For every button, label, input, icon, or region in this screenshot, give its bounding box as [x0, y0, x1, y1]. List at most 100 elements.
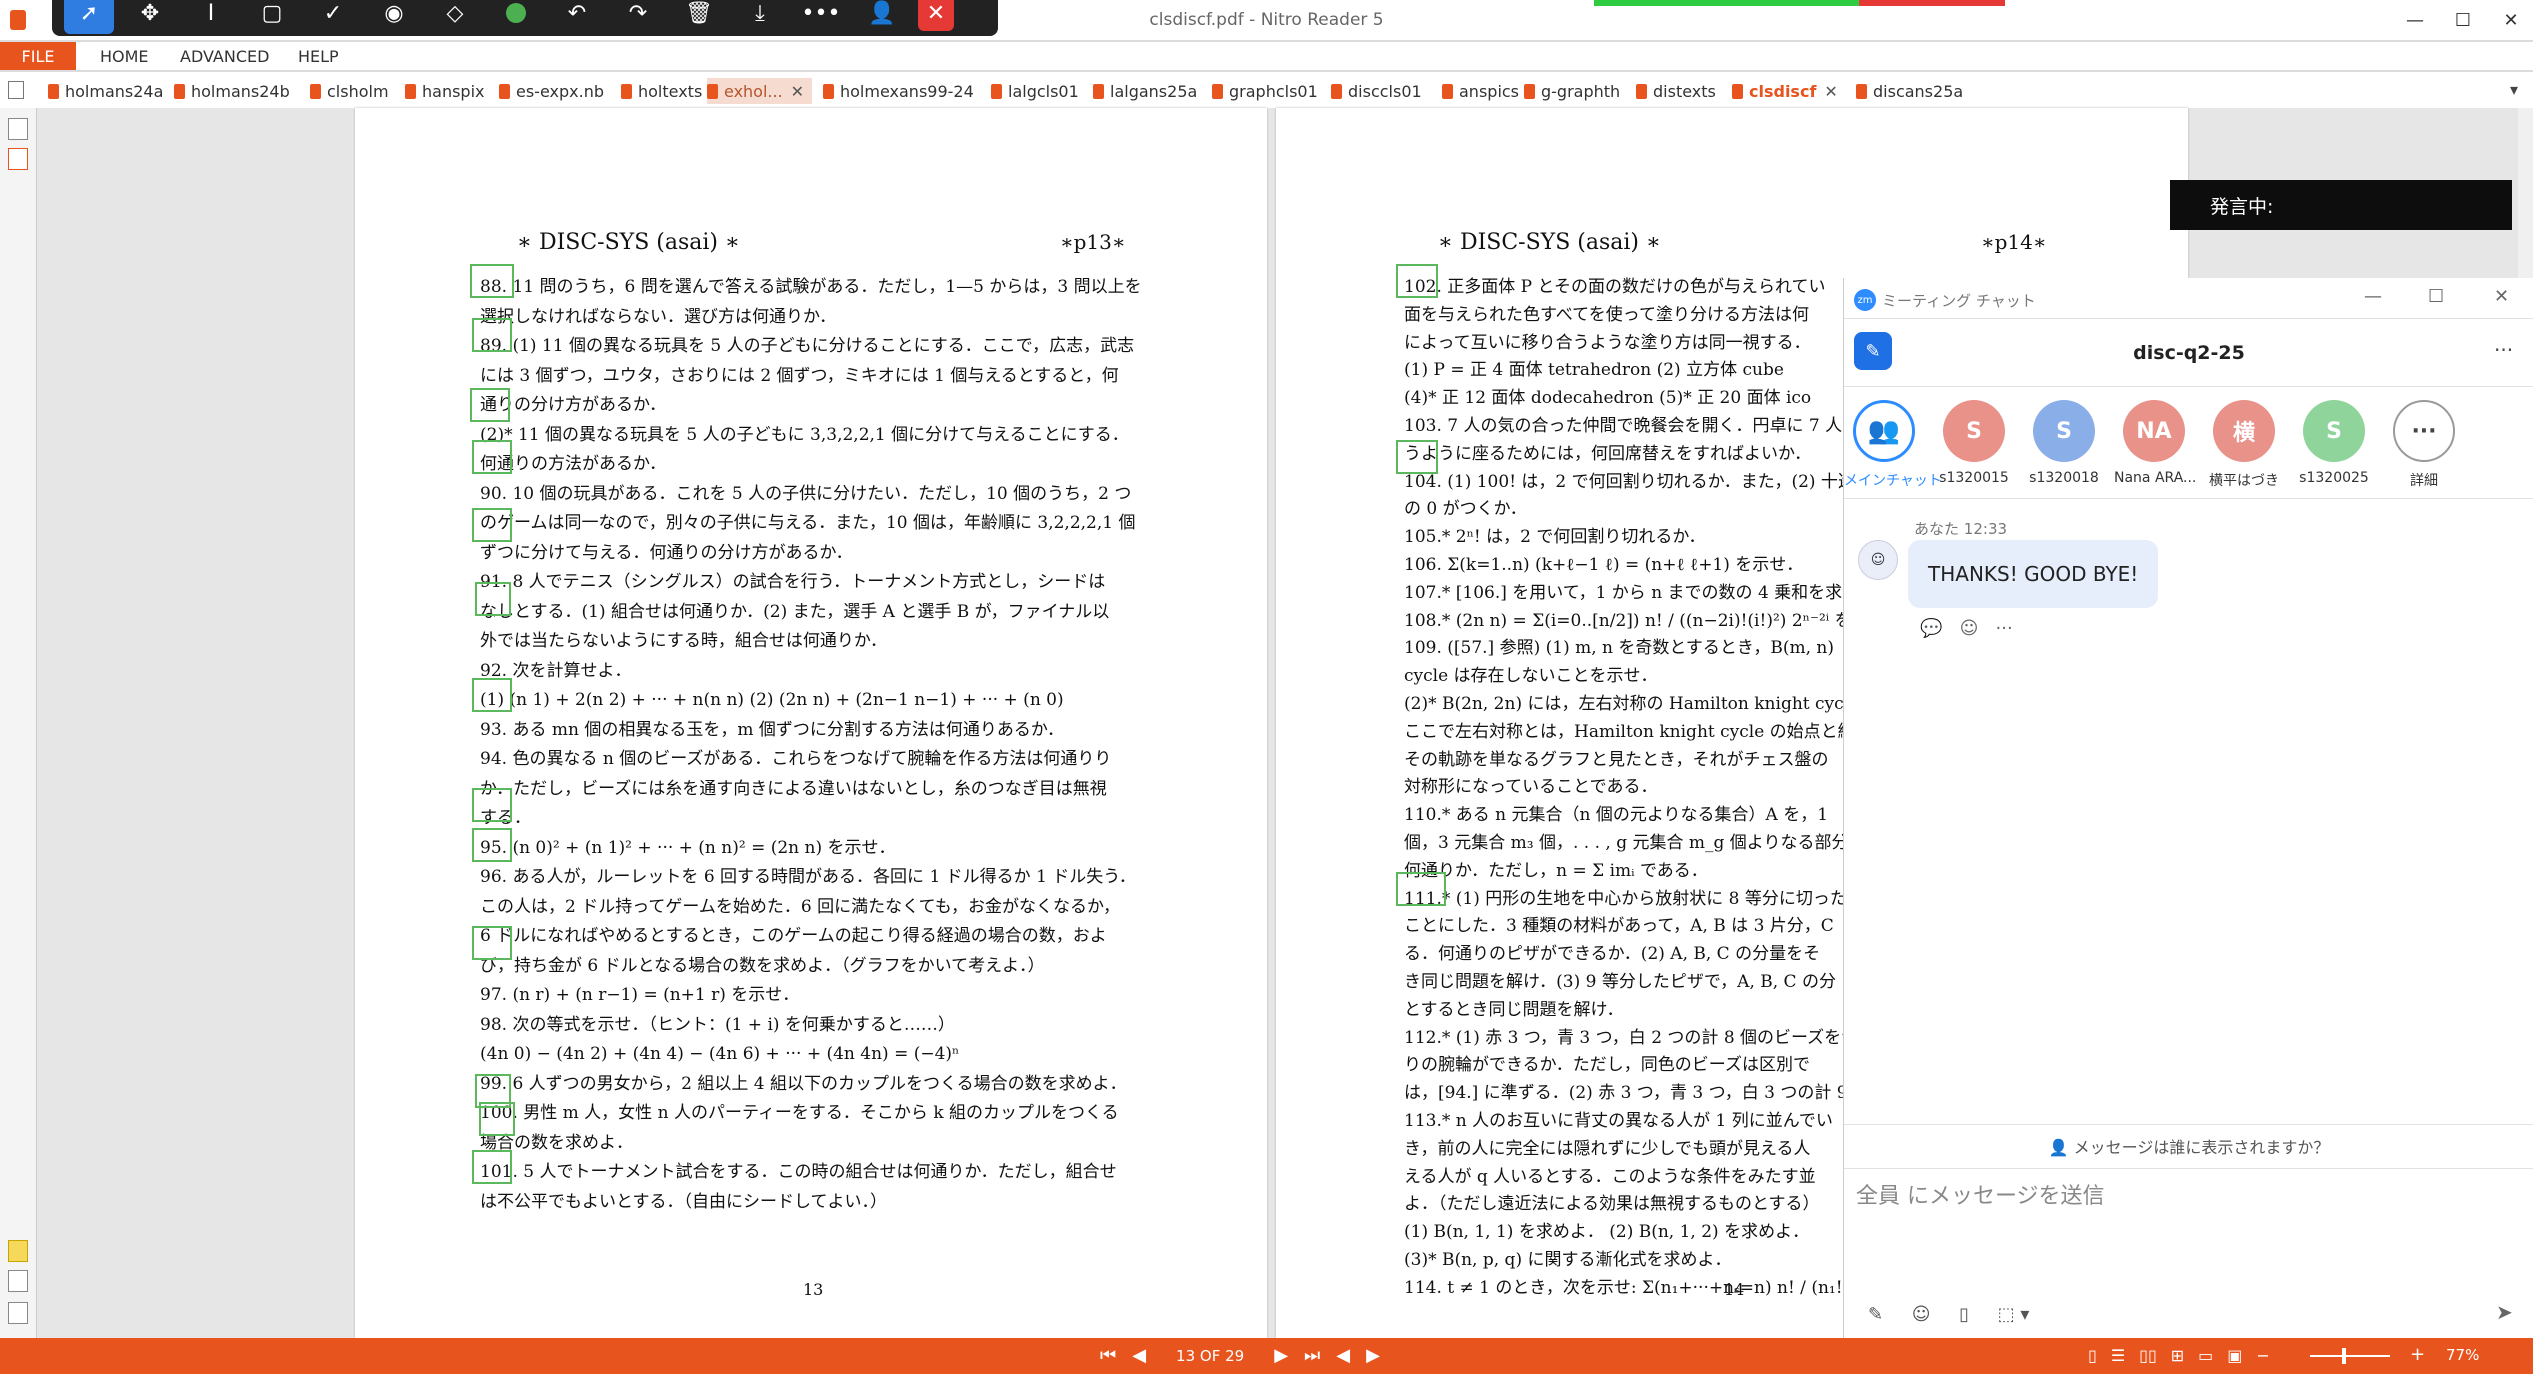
tab-list-icon[interactable] [8, 81, 24, 99]
help-menu[interactable]: HELP [298, 47, 339, 66]
tab-anspics[interactable]: anspics [1442, 78, 1519, 104]
emoji-icon[interactable]: ☺ [1912, 1304, 1931, 1325]
highlight-box[interactable] [1396, 264, 1438, 298]
participant-avatar[interactable]: S s1320018 [2024, 400, 2104, 486]
last-page-icon[interactable]: ⏭ [1304, 1345, 1320, 1366]
previous-page-icon[interactable]: ◀ [1132, 1345, 1146, 1366]
attachments-panel-icon[interactable] [8, 1270, 28, 1292]
home-menu[interactable]: HOME [100, 47, 149, 66]
redo-icon[interactable]: ↷ [613, 0, 663, 34]
zoom-in-icon[interactable]: + [2410, 1344, 2425, 1365]
highlight-box[interactable] [470, 388, 510, 422]
tab-clsdiscf[interactable]: clsdiscf ✕ [1732, 78, 1838, 104]
move-tool-icon[interactable]: ✥ [125, 0, 175, 34]
close-toolbar-icon[interactable]: ✕ [918, 0, 954, 31]
highlight-box[interactable] [1396, 440, 1438, 474]
highlight-box[interactable] [472, 828, 512, 862]
next-page-icon[interactable]: ▶ [1274, 1345, 1288, 1366]
chevron-down-icon[interactable]: ▾ [2020, 1304, 2029, 1325]
pages-panel-icon[interactable] [8, 118, 28, 140]
participant-main-chat[interactable]: 👥 メインチャット [1844, 400, 1942, 490]
format-text-icon[interactable]: ✎ [1868, 1304, 1883, 1325]
chat-more-icon[interactable]: ··· [2494, 338, 2513, 362]
close-tab-icon[interactable]: ✕ [791, 82, 804, 101]
participants-more-button[interactable]: ··· 詳細 [2384, 400, 2464, 490]
zoom-slider-handle[interactable] [2342, 1348, 2346, 1364]
pdf-page-13[interactable]: ∗ DISC-SYS (asai) ∗ ∗p13∗ 88. 11 問のうち，6 … [355, 108, 1267, 1338]
zoom-level[interactable]: 77% [2446, 1346, 2479, 1364]
chat-message-bubble[interactable]: THANKS! GOOD BYE! [1908, 540, 2159, 608]
send-icon[interactable]: ➤ [2496, 1300, 2513, 1324]
color-picker-icon[interactable] [491, 0, 541, 34]
reply-icon[interactable]: 💬 [1920, 618, 1942, 639]
screenshot-icon[interactable]: ⬚ [1998, 1304, 2015, 1325]
tab-distexts[interactable]: distexts [1636, 78, 1716, 104]
eraser-tool-icon[interactable]: ◇ [430, 0, 480, 34]
highlight-box[interactable] [472, 508, 512, 542]
text-tool-icon[interactable]: I [186, 0, 236, 34]
layers-panel-icon[interactable] [8, 1302, 28, 1324]
tab-lalgcls01[interactable]: lalgcls01 [991, 78, 1079, 104]
fit-page-icon[interactable]: ▣ [2227, 1346, 2242, 1365]
tab-disccls01[interactable]: disccls01 [1331, 78, 1422, 104]
delete-icon[interactable]: 🗑 [674, 0, 724, 34]
tab-holmans24b[interactable]: holmans24b [174, 78, 290, 104]
more-options-icon[interactable]: ••• [796, 0, 846, 34]
tab-holmans24a[interactable]: holmans24a [48, 78, 163, 104]
facing-continuous-view-icon[interactable]: ⊞ [2171, 1346, 2184, 1365]
fit-width-icon[interactable]: ▭ [2198, 1346, 2213, 1365]
save-download-icon[interactable]: ⤓ [735, 0, 785, 34]
zoom-out-icon[interactable]: − [2256, 1346, 2269, 1365]
chat-close-icon[interactable]: ✕ [2494, 286, 2509, 307]
tab-holtexts[interactable]: holtexts [621, 78, 702, 104]
check-tool-icon[interactable]: ✓ [308, 0, 358, 34]
chat-minimize-icon[interactable]: — [2364, 286, 2382, 307]
file-menu[interactable]: FILE [0, 42, 76, 70]
emoji-reaction-icon[interactable]: ☺ [1960, 618, 1979, 639]
rectangle-tool-icon[interactable]: ▢ [247, 0, 297, 34]
highlight-box[interactable] [472, 318, 512, 352]
highlight-box[interactable] [1396, 872, 1446, 906]
tab-es-expx[interactable]: es-expx.nb [499, 78, 604, 104]
tab-hanspix[interactable]: hanspix [405, 78, 485, 104]
highlight-box[interactable] [472, 440, 512, 474]
advanced-menu[interactable]: ADVANCED [180, 47, 269, 66]
tab-clsholm[interactable]: clsholm [310, 78, 389, 104]
select-tool-icon[interactable]: ➚ [64, 0, 114, 34]
highlight-box[interactable] [472, 926, 512, 960]
participant-avatar[interactable]: S s1320015 [1934, 400, 2014, 486]
participant-avatar[interactable]: 横 横平はづき [2204, 400, 2284, 490]
comments-panel-icon[interactable] [8, 1240, 28, 1262]
highlight-box[interactable] [472, 678, 512, 712]
highlight-box[interactable] [475, 582, 511, 616]
message-more-icon[interactable]: ··· [1996, 618, 2013, 639]
facing-view-icon[interactable]: ▯▯ [2139, 1346, 2157, 1365]
tab-graphcls01[interactable]: graphcls01 [1212, 78, 1318, 104]
highlight-box[interactable] [472, 1150, 512, 1184]
tab-lalgans25a[interactable]: lalgans25a [1093, 78, 1197, 104]
maximize-icon[interactable]: ☐ [2440, 4, 2486, 36]
single-page-view-icon[interactable]: ▯ [2088, 1346, 2097, 1365]
first-page-icon[interactable]: ⏮ [1100, 1345, 1116, 1366]
tab-overflow-chevron-icon[interactable]: ▾ [2510, 80, 2518, 99]
highlight-box[interactable] [479, 1102, 515, 1136]
tab-g-graphth[interactable]: g-graphth [1524, 78, 1620, 104]
bookmarks-panel-icon[interactable] [8, 148, 28, 170]
visibility-info[interactable]: 👤 メッセージは誰に表示されますか？ [1844, 1134, 2533, 1158]
tab-discans25a[interactable]: discans25a [1856, 78, 1963, 104]
minimize-icon[interactable]: — [2392, 4, 2438, 36]
continuous-view-icon[interactable]: ☰ [2111, 1346, 2125, 1365]
user-annotation-icon[interactable]: 👤 [857, 0, 907, 34]
undo-icon[interactable]: ↶ [552, 0, 602, 34]
file-attach-icon[interactable]: ▯ [1959, 1304, 1969, 1325]
zoom-slider[interactable] [2310, 1355, 2390, 1357]
forward-view-icon[interactable]: ▶ [1366, 1345, 1380, 1366]
back-view-icon[interactable]: ◀ [1336, 1345, 1350, 1366]
page-indicator[interactable]: 13 OF 29 [1162, 1347, 1258, 1365]
participant-avatar[interactable]: NA Nana ARA... [2114, 400, 2196, 486]
stamp-tool-icon[interactable]: ◉ [369, 0, 419, 34]
tab-exhol[interactable]: exhol... ✕ [707, 78, 813, 104]
close-tab-icon[interactable]: ✕ [1824, 82, 1837, 101]
highlight-box[interactable] [470, 264, 514, 298]
tab-holmexans99-24[interactable]: holmexans99-24 [823, 78, 974, 104]
